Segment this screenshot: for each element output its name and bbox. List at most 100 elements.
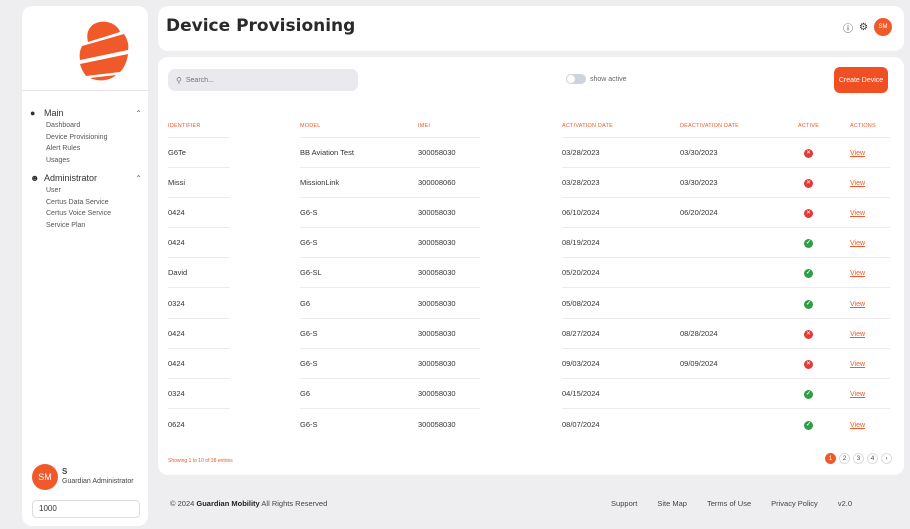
nav-section-label: Administrator: [44, 173, 98, 183]
version-label: v2.0: [837, 499, 852, 508]
check-circle-icon: ✓: [804, 420, 813, 430]
view-link[interactable]: View: [850, 391, 865, 398]
column-header-activation-date[interactable]: Activation Date: [562, 115, 680, 137]
cell-active: ×: [798, 347, 850, 379]
cell-activation-date: 08/19/2024: [562, 227, 680, 258]
pagination: 1 2 3 4 ›: [825, 453, 892, 464]
cell-actions: View: [850, 287, 890, 319]
view-link[interactable]: View: [850, 210, 865, 217]
search-box[interactable]: ⚲: [168, 69, 358, 91]
page-button[interactable]: 4: [867, 453, 878, 464]
user-card[interactable]: SM S Guardian Administrator: [32, 460, 142, 494]
chevron-up-icon[interactable]: ⌃: [135, 109, 142, 118]
palette-icon: ●: [30, 108, 36, 118]
cell-imei: 300058030: [418, 227, 480, 258]
cell-identifier: G6Te: [168, 136, 230, 168]
sidebar-item-device-provisioning[interactable]: Device Provisioning: [30, 132, 142, 144]
guardian-logo[interactable]: [74, 20, 130, 82]
avatar[interactable]: SM: [32, 464, 58, 490]
footer-link-privacy[interactable]: Privacy Policy: [771, 499, 818, 508]
sidebar-item-usages[interactable]: Usages: [30, 155, 142, 167]
sidebar-item-certus-data-service[interactable]: Certus Data Service: [30, 197, 142, 209]
column-header-model[interactable]: Model: [300, 115, 418, 137]
view-link[interactable]: View: [850, 180, 865, 187]
gear-icon[interactable]: ⚙: [859, 22, 868, 33]
column-spacer: [480, 115, 562, 137]
toggle-switch[interactable]: [566, 74, 586, 84]
cell-model: G6-SL: [300, 257, 418, 288]
cell-activation-date: 06/10/2024: [562, 196, 680, 228]
x-circle-icon: ×: [804, 208, 813, 218]
sidebar-item-certus-voice-service[interactable]: Certus Voice Service: [30, 208, 142, 220]
view-link[interactable]: View: [850, 301, 865, 308]
user-role: Guardian Administrator: [62, 478, 134, 485]
redacted-area: [230, 408, 300, 439]
chevron-up-icon[interactable]: ⌃: [135, 174, 142, 183]
view-link[interactable]: View: [850, 331, 865, 338]
footer-link-terms[interactable]: Terms of Use: [707, 499, 751, 508]
show-active-toggle[interactable]: show active: [566, 74, 627, 84]
column-header-active[interactable]: Active: [798, 115, 850, 137]
table-row: 0324 G6 300058030 04/15/2024 ✓ View: [168, 377, 890, 409]
column-header-imei[interactable]: IMEI: [418, 115, 480, 137]
column-header-deactivation-date[interactable]: Deactivation Date: [680, 115, 798, 137]
account-id-field[interactable]: 1000: [32, 500, 140, 518]
next-page-button[interactable]: ›: [881, 453, 892, 464]
page-button[interactable]: 1: [825, 453, 836, 464]
cell-actions: View: [850, 347, 890, 379]
toggle-knob: [567, 75, 575, 83]
cell-model: G6: [300, 377, 418, 409]
view-link[interactable]: View: [850, 240, 865, 247]
cell-deactivation-date: 03/30/2023: [680, 166, 798, 198]
cell-identifier: 0424: [168, 317, 230, 349]
column-header-identifier[interactable]: Identifier: [168, 115, 230, 137]
redacted-area: [480, 287, 562, 319]
nav-section-main[interactable]: ● Main ⌃: [30, 106, 142, 120]
footer-link-site-map[interactable]: Site Map: [657, 499, 687, 508]
sidebar-item-dashboard[interactable]: Dashboard: [30, 120, 142, 132]
cell-actions: View: [850, 377, 890, 409]
cell-imei: 300058030: [418, 377, 480, 409]
view-link[interactable]: View: [850, 270, 865, 277]
footer-link-support[interactable]: Support: [611, 499, 637, 508]
cell-imei: 300058030: [418, 257, 480, 288]
page-button[interactable]: 2: [839, 453, 850, 464]
view-link[interactable]: View: [850, 422, 865, 429]
cell-active: ×: [798, 196, 850, 228]
sidebar-item-user[interactable]: User: [30, 185, 142, 197]
cell-imei: 300058030: [418, 408, 480, 439]
sidebar-nav: ● Main ⌃ Dashboard Device Provisioning A…: [30, 106, 142, 236]
redacted-area: [230, 287, 300, 319]
header: Device Provisioning ⓘ ⚙ SM: [158, 6, 904, 51]
search-icon: ⚲: [176, 75, 182, 85]
redacted-area: [480, 348, 562, 379]
user-name: S: [62, 467, 68, 476]
cell-model: BB Aviation Test: [300, 136, 418, 168]
cell-imei: 300008060: [418, 166, 480, 198]
x-circle-icon: ×: [804, 148, 813, 158]
cell-activation-date: 03/28/2023: [562, 136, 680, 168]
redacted-area: [480, 378, 562, 409]
redacted-area: [230, 318, 300, 349]
footer-links: Support Site Map Terms of Use Privacy Po…: [611, 499, 852, 508]
cell-actions: View: [850, 408, 890, 439]
view-link[interactable]: View: [850, 361, 865, 368]
create-device-button[interactable]: Create Device: [834, 67, 888, 93]
page-button[interactable]: 3: [853, 453, 864, 464]
cell-active: ×: [798, 166, 850, 198]
sidebar-item-service-plan[interactable]: Service Plan: [30, 220, 142, 232]
redacted-area: [480, 167, 562, 198]
check-circle-icon: ✓: [804, 239, 813, 249]
pagination-summary: Showing 1 to 10 of 38 entries: [168, 458, 233, 464]
cell-identifier: 0324: [168, 287, 230, 319]
search-input[interactable]: [185, 76, 346, 84]
avatar[interactable]: SM: [874, 18, 892, 36]
cell-activation-date: 05/08/2024: [562, 287, 680, 319]
sidebar-item-alert-rules[interactable]: Alert Rules: [30, 143, 142, 155]
cell-activation-date: 04/15/2024: [562, 377, 680, 409]
info-icon[interactable]: ⓘ: [843, 20, 853, 35]
redacted-area: [480, 197, 562, 228]
view-link[interactable]: View: [850, 150, 865, 157]
table-row: G6Te BB Aviation Test 300058030 03/28/2023 0…: [168, 136, 890, 168]
nav-section-administrator[interactable]: ☻ Administrator ⌃: [30, 171, 142, 185]
